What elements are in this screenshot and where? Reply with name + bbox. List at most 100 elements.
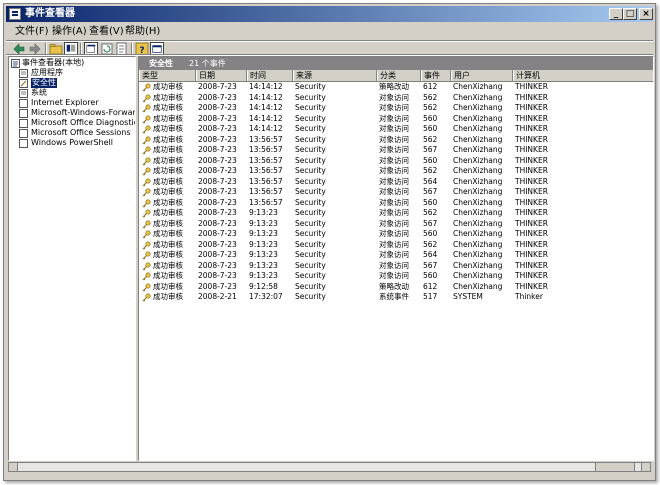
table-row[interactable]: 成功审核 2008-7-23 14:14:12 Security 对象访问 562 Chen… (139, 93, 653, 103)
minimize-button[interactable]: _ (609, 8, 623, 20)
table-row[interactable]: 成功审核 2008-7-23 13:56:57 Security 对象访问 567 Chen… (139, 145, 653, 155)
cell-date: 2008-7-23 (198, 239, 237, 249)
cell-source: Security (295, 281, 326, 291)
cell-category: 对象访问 (379, 124, 409, 133)
tree-item-system[interactable]: 系统 (19, 88, 135, 98)
menu-action[interactable]: 操作(A) (52, 26, 87, 38)
table-row[interactable]: 成功审核 2008-7-23 13:56:57 Security 对象访问 562 Chen… (139, 135, 653, 145)
table-row[interactable]: 成功审核 2008-7-23 9:12:58 Security 策略改动 612 ChenX… (139, 282, 653, 292)
cell-computer: Thinker (515, 292, 543, 301)
tree-item-office-sessions[interactable]: Microsoft Office Sessions (19, 128, 135, 138)
table-row[interactable]: 成功审核 2008-7-23 9:13:23 Security 对象访问 567 ChenX… (139, 261, 653, 271)
table-row[interactable]: 成功审核 2008-7-23 13:56:57 Security 对象访问 567 Chen… (139, 187, 653, 197)
scroll-right-button[interactable] (641, 463, 650, 471)
cell-event-id: 517 (423, 292, 438, 301)
column-header-user[interactable]: 用户 (451, 70, 513, 81)
cell-type: 成功审核 (153, 229, 183, 238)
success-audit-key-icon (142, 104, 151, 113)
pane-header: 安全性 21 个事件 (139, 57, 653, 70)
table-row[interactable]: 成功审核 2008-7-23 14:14:12 Security 策略改动 612 Chen… (139, 82, 653, 92)
menu-view[interactable]: 查看(V) (89, 26, 124, 38)
cell-user: ChenXizhang (453, 145, 503, 154)
table-row[interactable]: 成功审核 2008-2-21 17:32:07 Security 系统事件 517 SYST… (139, 292, 653, 302)
table-row[interactable]: 成功审核 2008-7-23 9:13:23 Security 对象访问 562 ChenX… (139, 208, 653, 218)
table-row[interactable]: 成功审核 2008-7-23 14:14:12 Security 对象访问 562 Chen… (139, 103, 653, 113)
table-row[interactable]: 成功审核 2008-7-23 9:13:23 Security 对象访问 560 ChenX… (139, 271, 653, 281)
navigation-tree: 事件查看器(本地) 应用程序 安全性 系统 Internet Explorer … (8, 56, 136, 461)
column-header-event[interactable]: 事件 (421, 70, 451, 81)
cell-type: 成功审核 (153, 187, 183, 196)
table-row[interactable]: 成功审核 2008-7-23 9:13:23 Security 对象访问 560 ChenX… (139, 229, 653, 239)
success-audit-key-icon (142, 261, 151, 270)
tree-root[interactable]: 事件查看器(本地) (11, 58, 135, 68)
cell-source: Security (295, 187, 326, 196)
cell-source: Security (295, 103, 326, 112)
column-header-time[interactable]: 时间 (247, 70, 293, 81)
column-header-type[interactable]: 类型 (139, 70, 196, 81)
cell-category: 对象访问 (379, 187, 409, 196)
cell-date: 2008-7-23 (198, 187, 237, 196)
table-row[interactable]: 成功审核 2008-7-23 9:13:23 Security 对象访问 564 ChenX… (139, 250, 653, 260)
cell-time: 9:13:23 (249, 218, 278, 228)
tree-item-label: Microsoft Office Sessions (31, 128, 131, 137)
table-row[interactable]: 成功审核 2008-7-23 9:13:23 Security 对象访问 567 ChenX… (139, 219, 653, 229)
tree-item-internet-explorer[interactable]: Internet Explorer (19, 98, 135, 108)
cell-time: 14:14:12 (249, 113, 283, 123)
column-header-category[interactable]: 分类 (377, 70, 421, 81)
log-icon (19, 139, 28, 148)
cell-time: 9:13:23 (249, 250, 278, 259)
success-audit-key-icon (142, 219, 151, 228)
cell-time: 14:14:12 (249, 92, 283, 102)
cell-time: 9:13:23 (249, 239, 278, 249)
table-row[interactable]: 成功审核 2008-7-23 13:56:57 Security 对象访问 560 Chen… (139, 198, 653, 208)
table-row[interactable]: 成功审核 2008-7-23 13:56:57 Security 对象访问 562 Chen… (139, 166, 653, 176)
cell-time: 9:13:23 (249, 229, 278, 238)
table-row[interactable]: 成功审核 2008-7-23 14:14:12 Security 对象访问 560 Chen… (139, 114, 653, 124)
tree-item-label: Internet Explorer (31, 98, 99, 107)
title-bar[interactable]: 事件查看器 _ □ × (6, 6, 653, 22)
table-row[interactable]: 成功审核 2008-7-23 14:14:12 Security 对象访问 560 Chen… (139, 124, 653, 134)
column-header-source[interactable]: 来源 (293, 70, 377, 81)
menu-file[interactable]: 文件(F) (15, 26, 49, 38)
close-button[interactable]: × (639, 8, 653, 20)
cell-event-id: 567 (423, 260, 438, 270)
success-audit-key-icon (142, 83, 151, 92)
success-audit-key-icon (142, 230, 151, 239)
cell-category: 对象访问 (379, 250, 409, 259)
scroll-left-button[interactable] (9, 463, 18, 471)
table-row[interactable]: 成功审核 2008-7-23 13:56:57 Security 对象访问 560 Chen… (139, 156, 653, 166)
table-row[interactable]: 成功审核 2008-7-23 13:56:57 Security 对象访问 564 Chen… (139, 177, 653, 187)
status-bar (8, 473, 651, 479)
horizontal-scrollbar[interactable] (8, 462, 651, 472)
cell-category: 对象访问 (379, 166, 409, 175)
cell-computer: THINKER (515, 250, 548, 259)
success-audit-key-icon (142, 240, 151, 249)
tree-item-label: 应用程序 (31, 68, 63, 77)
cell-source: Security (295, 197, 326, 207)
column-header-date[interactable]: 日期 (196, 70, 247, 81)
cell-source: Security (295, 208, 326, 217)
cell-type: 成功审核 (153, 166, 183, 175)
cell-event-id: 562 (423, 239, 438, 249)
tree-item-application[interactable]: 应用程序 (19, 68, 135, 78)
cell-user: SYSTEM (453, 292, 483, 301)
maximize-button[interactable]: □ (623, 8, 637, 20)
cell-event-id: 562 (423, 92, 438, 102)
tree-item-windows-forwarding[interactable]: Microsoft-Windows-Forwarding (19, 108, 135, 118)
cell-time: 14:14:12 (249, 124, 283, 133)
cell-source: Security (295, 260, 326, 270)
cell-event-id: 567 (423, 218, 438, 228)
cell-source: Security (295, 176, 326, 186)
tree-item-label: 安全性 (31, 78, 57, 88)
tree-item-office-diagnostics[interactable]: Microsoft Office Diagnostics (19, 118, 135, 128)
table-row[interactable]: 成功审核 2008-7-23 9:13:23 Security 对象访问 562 ChenX… (139, 240, 653, 250)
column-header-computer[interactable]: 计算机 (513, 70, 653, 81)
tree-item-powershell[interactable]: Windows PowerShell (19, 138, 135, 148)
scrollbar-thumb[interactable] (595, 463, 635, 471)
cell-user: ChenXizhang (453, 187, 503, 196)
cell-source: Security (295, 124, 326, 133)
tree-item-security[interactable]: 安全性 (19, 78, 135, 88)
success-audit-key-icon (142, 293, 151, 302)
cell-source: Security (295, 229, 326, 238)
menu-help[interactable]: 帮助(H) (125, 26, 160, 38)
